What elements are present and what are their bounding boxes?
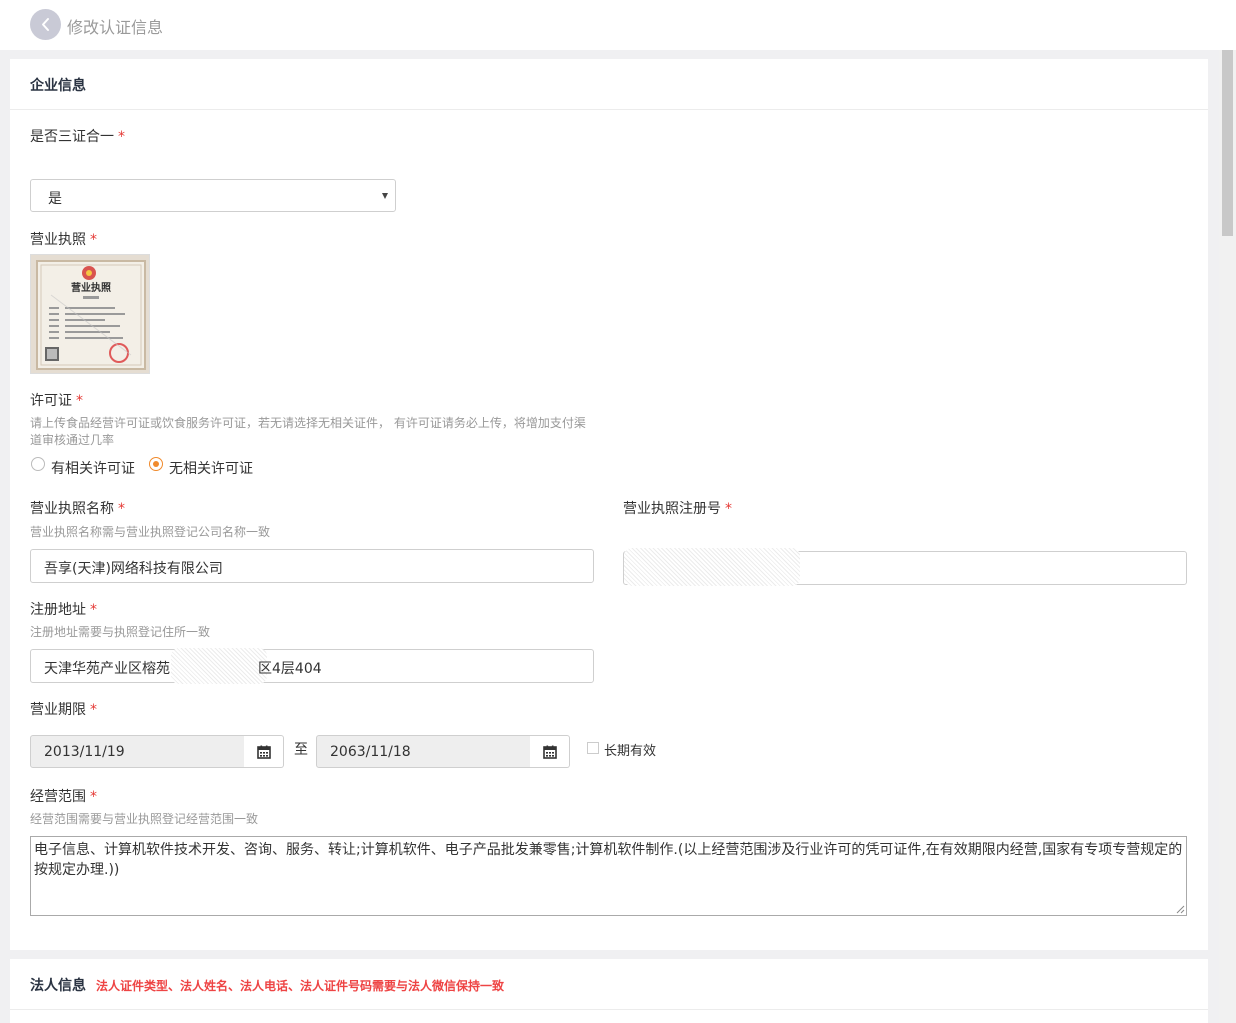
required-mark: * xyxy=(76,393,83,409)
required-mark: * xyxy=(90,702,97,718)
required-mark: * xyxy=(90,789,97,805)
permit-hint: 请上传食品经营许可证或饮食服务许可证，若无请选择无相关证件， 有许可证请务必上传… xyxy=(30,416,586,447)
radio-no-permit-label[interactable]: 无相关许可证 xyxy=(169,458,253,478)
term-start-calendar-button[interactable] xyxy=(244,735,284,768)
business-license-label: 营业执照 * xyxy=(30,232,97,248)
reg-address-hint: 注册地址需要与执照登记住所一致 xyxy=(30,625,211,639)
scrollbar-thumb[interactable] xyxy=(1222,50,1233,236)
reg-number-input[interactable] xyxy=(623,548,1187,586)
scope-textarea[interactable]: 电子信息、计算机软件技术开发、咨询、服务、转让;计算机软件、电子产品批发兼零售;… xyxy=(30,836,1187,916)
long-term-label[interactable]: 长期有效 xyxy=(604,740,656,759)
redacted-region xyxy=(171,648,267,684)
scope-label: 经营范围 * xyxy=(30,789,97,805)
radio-has-permit[interactable] xyxy=(31,457,45,471)
license-name-input[interactable]: 吾享(天津)网络科技有限公司 xyxy=(30,549,594,583)
term-start-input[interactable]: 2013/11/19 xyxy=(30,735,245,768)
card-header: 企业信息 xyxy=(10,59,1208,110)
scope-value: 电子信息、计算机软件技术开发、咨询、服务、转让;计算机软件、电子产品批发兼零售;… xyxy=(34,842,1183,878)
scope-hint: 经营范围需要与营业执照登记经营范围一致 xyxy=(30,812,259,826)
required-mark: * xyxy=(90,602,97,618)
legal-info-card: 法人信息 法人证件类型、法人姓名、法人电话、法人证件号码需要与法人微信保持一致 xyxy=(10,959,1208,1023)
select-value: 是 xyxy=(48,191,62,207)
legal-info-note: 法人证件类型、法人姓名、法人电话、法人证件号码需要与法人微信保持一致 xyxy=(96,979,505,993)
term-end-input[interactable]: 2063/11/18 xyxy=(316,735,531,768)
license-thumbnail: 营业执照 xyxy=(31,255,149,373)
reg-address-value-start: 天津华苑产业区榕苑 xyxy=(44,661,170,677)
svg-text:营业执照: 营业执照 xyxy=(71,281,111,294)
enterprise-info-card: 企业信息 是否三证合一 * 是 营业执照 * 营业执照 许可证 * 请上传食品经… xyxy=(10,59,1208,950)
business-license-image[interactable]: 营业执照 xyxy=(30,254,150,374)
term-end-value: 2063/11/18 xyxy=(330,744,411,760)
reg-address-label: 注册地址 * xyxy=(30,602,97,618)
reg-address-input[interactable]: 天津华苑产业区榕苑 区4层404 xyxy=(30,648,594,684)
calendar-icon xyxy=(257,745,271,759)
card-header: 法人信息 法人证件类型、法人姓名、法人电话、法人证件号码需要与法人微信保持一致 xyxy=(10,959,1208,1010)
required-mark: * xyxy=(118,501,125,517)
redacted-region xyxy=(624,548,800,586)
vertical-scrollbar[interactable] xyxy=(1219,50,1236,1023)
radio-has-permit-label[interactable]: 有相关许可证 xyxy=(51,458,135,478)
permit-label: 许可证 * xyxy=(30,393,83,409)
page-title: 修改认证信息 xyxy=(67,18,164,37)
term-start-value: 2013/11/19 xyxy=(44,744,125,760)
license-name-label: 营业执照名称 * xyxy=(30,501,125,517)
term-separator: 至 xyxy=(294,742,308,758)
term-end-calendar-button[interactable] xyxy=(530,735,570,768)
top-bar: 修改认证信息 xyxy=(0,0,1236,50)
legal-info-title: 法人信息 xyxy=(30,978,86,994)
reg-address-value-end: 区4层404 xyxy=(258,661,322,677)
required-mark: * xyxy=(725,501,732,517)
required-mark: * xyxy=(90,232,97,248)
required-mark: * xyxy=(118,129,125,145)
three-in-one-select[interactable]: 是 xyxy=(30,179,396,212)
resize-grip-icon[interactable] xyxy=(1176,905,1185,914)
long-term-checkbox[interactable] xyxy=(587,742,599,754)
license-name-value: 吾享(天津)网络科技有限公司 xyxy=(44,561,223,577)
calendar-icon xyxy=(543,745,557,759)
three-in-one-label: 是否三证合一 * xyxy=(30,129,125,145)
reg-number-label: 营业执照注册号 * xyxy=(623,501,732,517)
license-name-hint: 营业执照名称需与营业执照登记公司名称一致 xyxy=(30,525,271,539)
dropdown-arrow-icon xyxy=(382,193,388,199)
term-label: 营业期限 * xyxy=(30,702,97,718)
enterprise-info-title: 企业信息 xyxy=(30,78,86,94)
radio-no-permit[interactable] xyxy=(149,457,163,471)
back-button[interactable] xyxy=(30,9,61,40)
chevron-left-icon xyxy=(42,18,49,31)
